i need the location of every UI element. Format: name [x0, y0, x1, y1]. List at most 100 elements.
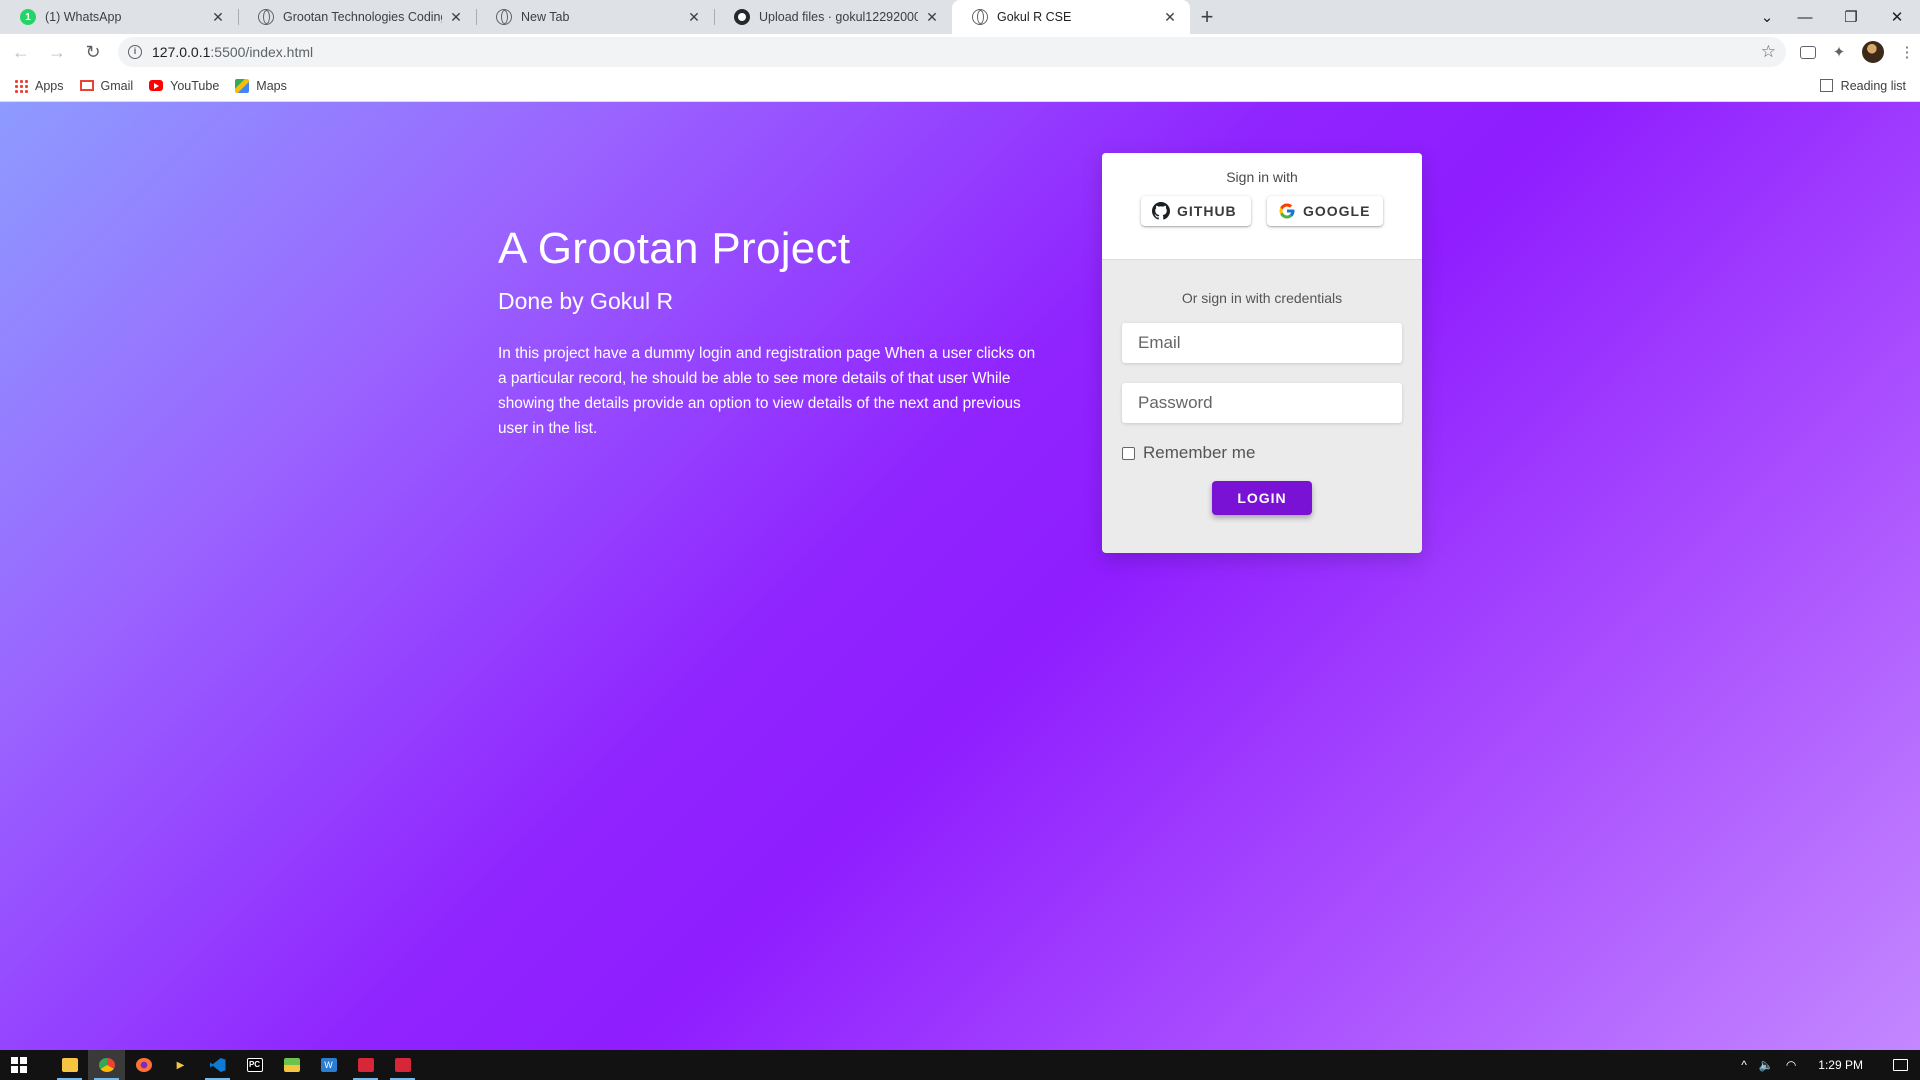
whatsapp-icon: 1: [20, 9, 36, 25]
anydesk-icon: [357, 1058, 374, 1072]
globe-icon: [258, 9, 274, 25]
bookmark-maps[interactable]: Maps: [235, 78, 287, 93]
password-field[interactable]: [1122, 383, 1402, 423]
anydesk-taskbar-2[interactable]: [384, 1050, 421, 1080]
anydesk-taskbar[interactable]: [347, 1050, 384, 1080]
github-icon: [734, 9, 750, 25]
tab-new-tab[interactable]: New Tab ✕: [476, 0, 714, 34]
globe-icon: [972, 9, 988, 25]
firefox-icon: [135, 1058, 152, 1072]
reading-list-icon: [1819, 79, 1833, 92]
email-field[interactable]: [1122, 323, 1402, 363]
remember-me-label: Remember me: [1143, 443, 1256, 462]
tab-whatsapp[interactable]: 1 (1) WhatsApp ✕: [0, 0, 238, 34]
bookmark-label: YouTube: [170, 78, 220, 93]
file-explorer-taskbar[interactable]: [51, 1050, 88, 1080]
tab-title: Grootan Technologies Coding Ta: [283, 10, 442, 24]
bookmarks-bar: Apps Gmail YouTube Maps Reading list: [0, 70, 1920, 102]
close-icon[interactable]: ✕: [448, 9, 464, 26]
word-taskbar[interactable]: W: [310, 1050, 347, 1080]
close-icon[interactable]: ✕: [1162, 9, 1178, 26]
login-button[interactable]: LOGIN: [1212, 481, 1312, 515]
google-button-label: GOOGLE: [1303, 203, 1371, 219]
close-icon[interactable]: ✕: [210, 9, 226, 26]
google-login-button[interactable]: GOOGLE: [1267, 196, 1383, 226]
page-subtitle: Done by Gokul R: [498, 288, 674, 314]
vscode-taskbar[interactable]: [199, 1050, 236, 1080]
gmail-icon: [79, 80, 94, 91]
hero-section: A Grootan Project Done by Gokul R In thi…: [498, 224, 1038, 441]
profile-avatar[interactable]: [1862, 41, 1884, 63]
youtube-icon: [149, 80, 164, 91]
tab-title: Gokul R CSE: [997, 10, 1072, 24]
media-taskbar[interactable]: ▶: [162, 1050, 199, 1080]
anydesk-icon: [394, 1058, 411, 1072]
remember-me[interactable]: Remember me: [1122, 443, 1402, 463]
system-tray: ^ 🔈 ◠ 1:29 PM: [1741, 1058, 1920, 1072]
window-controls: ⌄ — ❐ ✕: [1752, 0, 1920, 34]
layers-icon: [283, 1058, 300, 1072]
chrome-taskbar[interactable]: [88, 1050, 125, 1080]
wifi-icon[interactable]: ◠: [1786, 1058, 1796, 1072]
address-bar[interactable]: i 127.0.0.1:5500/index.html ☆: [118, 37, 1786, 67]
credentials-section: Or sign in with credentials Remember me …: [1102, 260, 1422, 515]
close-window-icon[interactable]: ✕: [1874, 8, 1920, 26]
tab-title: Upload files · gokul12292000/Go: [759, 10, 918, 24]
app-taskbar[interactable]: [273, 1050, 310, 1080]
globe-icon: [496, 9, 512, 25]
firefox-taskbar[interactable]: [125, 1050, 162, 1080]
notification-icon[interactable]: [1893, 1059, 1908, 1071]
folder-icon: [61, 1058, 78, 1072]
back-icon[interactable]: ←: [6, 42, 36, 63]
github-icon: [1152, 202, 1170, 220]
sign-in-with-label: Sign in with: [1226, 169, 1298, 185]
extension-icon[interactable]: [1800, 45, 1816, 59]
start-button[interactable]: [0, 1050, 37, 1080]
bookmark-apps[interactable]: Apps: [14, 78, 64, 93]
minimize-icon[interactable]: —: [1782, 9, 1828, 26]
url-text[interactable]: 127.0.0.1:5500/index.html: [152, 44, 1761, 60]
reading-list-label: Reading list: [1840, 78, 1906, 93]
bookmark-label: Gmail: [100, 78, 134, 93]
reading-list[interactable]: Reading list: [1819, 78, 1906, 93]
google-icon: [1279, 203, 1295, 219]
tab-strip: 1 (1) WhatsApp ✕ Grootan Technologies Co…: [0, 0, 1920, 34]
tab-upload-files[interactable]: Upload files · gokul12292000/Go ✕: [714, 0, 952, 34]
speaker-icon[interactable]: 🔈: [1759, 1058, 1774, 1072]
github-login-button[interactable]: GITHUB: [1141, 196, 1251, 226]
chevron-up-icon[interactable]: ^: [1741, 1058, 1747, 1072]
restore-icon[interactable]: ❐: [1828, 8, 1874, 26]
close-icon[interactable]: ✕: [686, 9, 702, 26]
maps-icon: [235, 78, 250, 93]
tab-gokul-r-cse[interactable]: Gokul R CSE ✕: [952, 0, 1190, 34]
windows-icon: [10, 1057, 27, 1073]
bookmark-gmail[interactable]: Gmail: [79, 78, 134, 93]
new-tab-button[interactable]: +: [1190, 0, 1224, 34]
info-icon[interactable]: i: [128, 45, 142, 59]
tab-title: New Tab: [521, 10, 570, 24]
play-icon: ▶: [176, 1059, 185, 1071]
close-icon[interactable]: ✕: [924, 9, 940, 26]
puzzle-icon[interactable]: ✦: [1830, 43, 1848, 61]
page-background: A Grootan Project Done by Gokul R In thi…: [0, 102, 1920, 1050]
menu-icon[interactable]: ⋮: [1898, 43, 1916, 61]
tab-grootan[interactable]: Grootan Technologies Coding Ta ✕: [238, 0, 476, 34]
forward-icon[interactable]: →: [42, 42, 72, 63]
pycharm-taskbar[interactable]: PC: [236, 1050, 273, 1080]
bookmark-youtube[interactable]: YouTube: [149, 79, 219, 93]
bookmark-star-icon[interactable]: ☆: [1761, 42, 1776, 62]
tab-search-icon[interactable]: ⌄: [1752, 8, 1782, 26]
clock[interactable]: 1:29 PM: [1818, 1058, 1863, 1072]
bookmark-label: Maps: [256, 78, 287, 93]
browser-toolbar: ← → ↻ i 127.0.0.1:5500/index.html ☆ ✦ ⋮: [0, 34, 1920, 70]
github-button-label: GITHUB: [1177, 203, 1237, 219]
reload-icon[interactable]: ↻: [78, 42, 108, 63]
or-credentials-label: Or sign in with credentials: [1181, 290, 1343, 306]
remember-me-checkbox[interactable]: [1122, 446, 1135, 460]
url-host: 127.0.0.1: [152, 44, 211, 60]
project-description: In this project have a dummy login and r…: [498, 345, 1036, 437]
pycharm-icon: PC: [246, 1058, 263, 1072]
page-title: A Grootan Project: [498, 224, 851, 273]
tab-title: (1) WhatsApp: [45, 10, 122, 24]
url-path: :5500/index.html: [210, 44, 314, 60]
